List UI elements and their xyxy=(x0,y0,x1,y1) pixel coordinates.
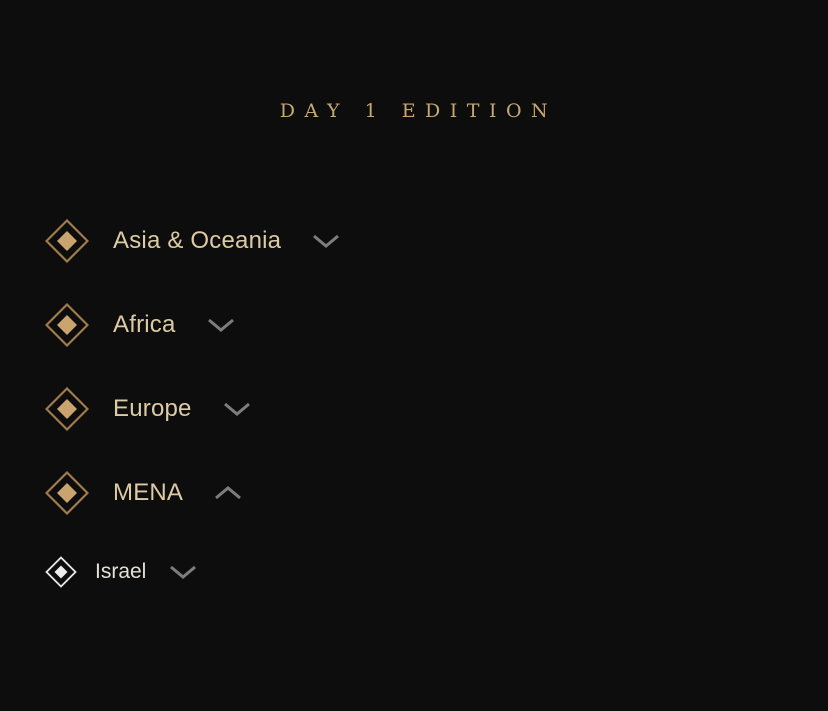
region-diamond-icon xyxy=(45,219,89,263)
region-item-africa[interactable]: Africa xyxy=(45,303,236,347)
chevron-down-icon[interactable] xyxy=(168,563,198,581)
chevron-down-icon[interactable] xyxy=(222,400,252,418)
region-label: MENA xyxy=(113,479,184,506)
region-diamond-icon xyxy=(45,303,89,347)
edition-title: DAY 1 EDITION xyxy=(279,100,558,122)
region-diamond-icon xyxy=(45,471,89,515)
region-label: Asia & Oceania xyxy=(113,227,282,254)
country-label: Israel xyxy=(95,560,147,583)
region-item-europe[interactable]: Europe xyxy=(45,387,252,431)
region-item-asia-oceania[interactable]: Asia & Oceania xyxy=(45,219,341,263)
region-diamond-icon xyxy=(45,387,89,431)
country-item-israel[interactable]: Israel xyxy=(45,556,198,588)
region-item-mena[interactable]: MENA xyxy=(45,471,243,515)
region-label: Europe xyxy=(113,395,192,422)
country-diamond-icon xyxy=(45,556,77,588)
region-label: Africa xyxy=(113,311,176,338)
chevron-down-icon[interactable] xyxy=(311,232,341,250)
chevron-down-icon[interactable] xyxy=(206,316,236,334)
chevron-up-icon[interactable] xyxy=(213,484,243,502)
